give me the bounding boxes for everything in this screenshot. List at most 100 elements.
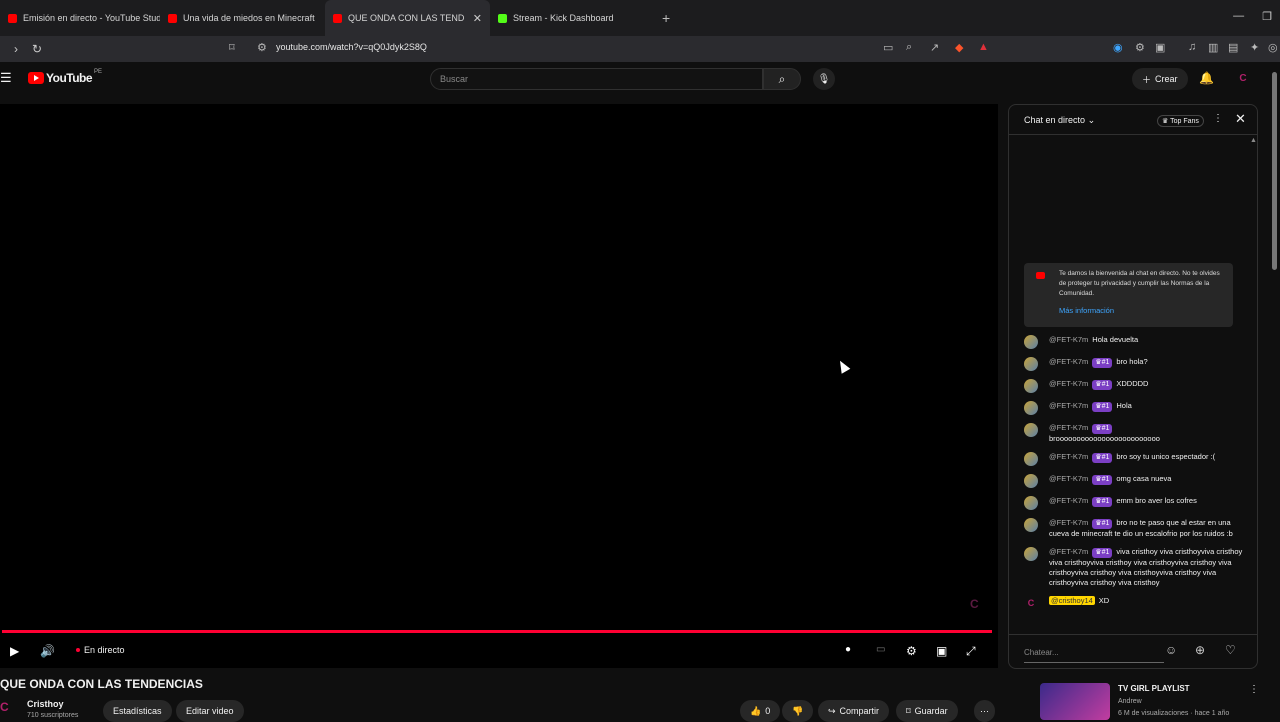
recommended-title[interactable]: TV GIRL PLAYLIST <box>1118 684 1190 693</box>
url-field[interactable]: youtube.com/watch?v=qQ0Jdyk2S8Q <box>276 42 427 52</box>
close-tab-icon[interactable]: ✕ <box>473 12 482 25</box>
browser-tab-kick[interactable]: Stream - Kick Dashboard <box>490 0 650 36</box>
owner-avatar[interactable]: C <box>1024 596 1038 610</box>
recommended-channel[interactable]: Andrew <box>1118 698 1142 705</box>
site-info-icon[interactable]: ⚙ <box>257 41 267 54</box>
owner-author[interactable]: @cristhoy14 <box>1049 596 1095 605</box>
member-badge: ♛#1 <box>1092 548 1113 558</box>
chat-avatar[interactable] <box>1024 379 1038 393</box>
share-icon[interactable]: ↗ <box>930 41 939 54</box>
video-player[interactable]: ▶ 🔊 En directo ● ▭ ⚙ ▣ ⤢ C <box>0 104 998 668</box>
theater-mode-icon[interactable]: ▣ <box>936 644 947 658</box>
channel-watermark-icon[interactable]: C <box>970 597 979 611</box>
chat-author[interactable]: @FET-K7m <box>1049 496 1088 505</box>
chat-author[interactable]: @FET-K7m <box>1049 474 1088 483</box>
youtube-icon <box>1036 272 1045 279</box>
chat-input[interactable]: Chatear... <box>1024 643 1164 663</box>
save-button[interactable]: ⌑ Guardar <box>896 700 958 722</box>
scroll-up-icon[interactable]: ▲ <box>1250 137 1257 144</box>
chat-message: @FET-K7m ♛#1 emm bro aver los cofres <box>1024 496 1244 510</box>
fullscreen-icon[interactable]: ⤢ <box>966 644 976 659</box>
dislike-button[interactable]: 👎 <box>782 700 814 722</box>
stats-button[interactable]: Estadísticas <box>103 700 172 722</box>
live-indicator[interactable]: En directo <box>76 645 125 655</box>
bookmark-icon[interactable]: ⌑ <box>229 41 235 54</box>
maximize-icon[interactable]: ❐ <box>1262 10 1272 23</box>
search-icon: ⌕ <box>778 71 786 86</box>
subscriber-count: 710 suscriptores <box>27 712 79 719</box>
chat-author[interactable]: @FET-K7m <box>1049 401 1088 410</box>
more-actions-button[interactable]: ⋯ <box>974 700 995 722</box>
chat-author[interactable]: @FET-K7m <box>1049 379 1088 388</box>
region-code: PE <box>94 69 103 75</box>
brave-rewards-icon[interactable]: ▲ <box>978 41 989 53</box>
profile-icon[interactable]: ◎ <box>1268 41 1278 54</box>
chat-message: @FET-K7m ♛#1 bro soy tu unico espectador :… <box>1024 452 1244 466</box>
chat-mode-dropdown[interactable]: Chat en directo ⌄ <box>1024 115 1095 126</box>
like-button[interactable]: 👍 0 <box>740 700 781 722</box>
sidebar-icon[interactable]: ▥ <box>1208 41 1218 54</box>
crown-icon: ♛ <box>1162 118 1169 125</box>
channel-name[interactable]: Cristhoy <box>27 699 64 709</box>
leo-icon[interactable]: ✦ <box>1250 41 1259 54</box>
play-icon[interactable]: ▶ <box>10 644 19 658</box>
reload-icon[interactable]: ↻ <box>32 42 42 56</box>
add-icon[interactable]: ⊕ <box>1195 643 1205 657</box>
scrollbar-thumb[interactable] <box>1272 72 1277 270</box>
recommended-more-icon[interactable]: ⋮ <box>1249 684 1259 695</box>
edit-video-button[interactable]: Editar video <box>176 700 244 722</box>
new-tab-button[interactable]: + <box>662 10 670 26</box>
top-fans-button[interactable]: ♛ Top Fans <box>1157 115 1204 127</box>
chat-avatar[interactable] <box>1024 401 1038 415</box>
chat-more-icon[interactable]: ⋮ <box>1213 113 1223 124</box>
emoji-icon[interactable]: ☺ <box>1165 643 1177 657</box>
wallet-icon[interactable]: ▤ <box>1228 41 1238 54</box>
extension-icon[interactable]: ◉ <box>1113 41 1123 54</box>
settings-gear-icon[interactable]: ⚙ <box>906 644 917 658</box>
heart-icon[interactable]: ♡ <box>1225 643 1236 657</box>
subtitles-icon[interactable]: ▭ <box>876 644 885 655</box>
chat-avatar[interactable] <box>1024 335 1038 349</box>
volume-icon[interactable]: 🔊 <box>40 644 55 658</box>
progress-bar[interactable] <box>2 630 992 633</box>
chat-author[interactable]: @FET-K7m <box>1049 423 1088 432</box>
extension-icon[interactable]: ⚙ <box>1135 41 1145 54</box>
chat-avatar[interactable] <box>1024 357 1038 371</box>
more-info-link[interactable]: Más información <box>1059 306 1114 315</box>
zoom-icon[interactable]: ⌕ <box>906 41 912 54</box>
recommended-thumbnail[interactable] <box>1040 683 1110 720</box>
chat-avatar[interactable] <box>1024 518 1038 532</box>
chat-avatar[interactable] <box>1024 474 1038 488</box>
brave-shield-icon[interactable]: ◆ <box>955 41 963 54</box>
chat-author[interactable]: @FET-K7m <box>1049 518 1088 527</box>
notifications-bell-icon[interactable]: 🔔 <box>1199 71 1214 85</box>
chat-avatar[interactable] <box>1024 496 1038 510</box>
minimize-icon[interactable]: — <box>1233 10 1244 23</box>
chat-avatar[interactable] <box>1024 547 1038 561</box>
chat-avatar[interactable] <box>1024 452 1038 466</box>
user-avatar[interactable]: C <box>1236 72 1250 86</box>
extension-icon[interactable]: ▣ <box>1155 41 1165 54</box>
media-icon[interactable]: ♫ <box>1188 41 1196 53</box>
close-chat-icon[interactable]: ✕ <box>1235 111 1246 127</box>
browser-tab-minecraft[interactable]: Una vida de miedos en Minecraft <box>160 0 325 36</box>
search-input[interactable]: Buscar <box>430 68 763 90</box>
menu-icon[interactable]: ☰ <box>0 70 12 86</box>
browser-tab-studio[interactable]: Emisión en directo - YouTube Studio <box>0 0 160 36</box>
chat-author[interactable]: @FET-K7m <box>1049 452 1088 461</box>
autoplay-toggle-icon[interactable]: ● <box>845 644 851 655</box>
recommended-meta: 6 M de visualizaciones · hace 1 año <box>1118 710 1230 717</box>
chat-author[interactable]: @FET-K7m <box>1049 547 1088 556</box>
youtube-logo[interactable]: YouTube PE <box>28 69 103 85</box>
create-button[interactable]: ＋ Crear <box>1132 68 1188 90</box>
cast-icon[interactable]: ▭ <box>883 41 893 54</box>
chat-author[interactable]: @FET-K7m <box>1049 357 1088 366</box>
chat-avatar[interactable] <box>1024 423 1038 437</box>
browser-tab-active[interactable]: QUE ONDA CON LAS TENDENCIAS ✕ <box>325 0 490 36</box>
chat-author[interactable]: @FET-K7m <box>1049 335 1088 344</box>
share-button[interactable]: ↪ Compartir <box>818 700 890 722</box>
forward-icon[interactable]: › <box>14 42 18 56</box>
voice-search-button[interactable]: 🎙 <box>813 68 835 90</box>
channel-avatar[interactable]: C <box>0 700 9 714</box>
search-button[interactable]: ⌕ <box>763 68 801 90</box>
